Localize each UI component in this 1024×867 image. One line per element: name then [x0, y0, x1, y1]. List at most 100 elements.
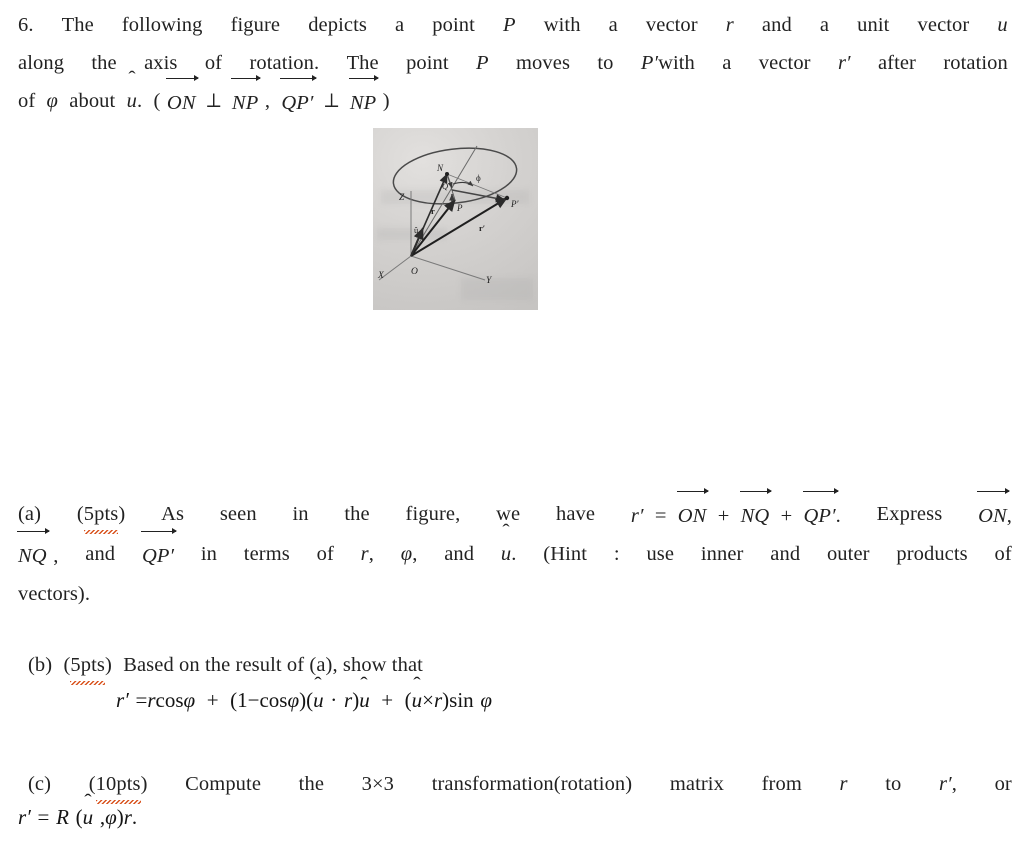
cross-product-operator: ×	[422, 688, 434, 712]
word: a	[722, 52, 732, 74]
math-unit-vector-u-hat: u	[127, 82, 137, 122]
word: matrix	[669, 773, 724, 795]
part-a-points: (5pts)	[77, 495, 125, 535]
word: The	[61, 14, 94, 36]
word: have	[555, 503, 596, 525]
points-value: 5pts	[83, 495, 119, 534]
word: use	[646, 543, 675, 565]
word: transformation(rotation)	[431, 773, 633, 795]
perp-symbol: ⟂	[206, 90, 221, 112]
problem-line-3: of φ about u. ( ON ⟂ NP , QP′ ⟂ NP )	[18, 74, 1008, 122]
word: a	[819, 14, 830, 36]
math-var-r: r	[839, 773, 848, 795]
math-var-r-prime: r′	[837, 52, 851, 74]
word: outer	[826, 543, 870, 565]
word: inner	[700, 543, 744, 565]
part-a-line-3: vectors).	[18, 575, 1012, 613]
part-b-block: (b) (5pts) Based on the result of (a), s…	[28, 646, 1012, 685]
figure-label-P: P	[456, 203, 463, 213]
word: a	[608, 14, 618, 36]
figure-label-Q: Q	[442, 181, 448, 191]
word: products	[896, 543, 968, 565]
equation-inline-a: r′ = ON + NQ + QP′.	[631, 487, 841, 535]
part-b-line-1: (b) (5pts) Based on the result of (a), s…	[28, 646, 1012, 685]
point-N-dot	[445, 172, 449, 176]
math-var-P: P	[503, 14, 516, 36]
word: axis	[144, 52, 178, 74]
problem-line-2: along the axis of rotation. The point P …	[18, 44, 1008, 82]
part-a-block: (a) (5pts) As seen in the figure, we hav…	[17, 487, 1012, 613]
figure-label-Y: Y	[486, 276, 493, 286]
word: rotation	[943, 52, 1008, 74]
word: unit	[857, 14, 890, 36]
word: vector	[645, 14, 698, 36]
word: figure	[230, 14, 281, 36]
figure-label-Z: Z	[399, 193, 405, 203]
figure-vector-drawing: N Q P P′ ϕ r r′ û O X Y Z	[377, 145, 519, 286]
word: after	[877, 52, 916, 74]
math-var-r: r,	[360, 543, 374, 565]
part-c-points: (10pts)	[89, 765, 148, 804]
vector-QP-prime: QP′	[802, 487, 839, 535]
word: in	[292, 503, 309, 525]
part-a-line-1: (a) (5pts) As seen in the figure, we hav…	[18, 487, 1012, 535]
vector-NQ-lead: NQ,	[17, 527, 58, 575]
word: point	[406, 52, 449, 74]
word: along	[18, 52, 65, 74]
word: moves	[516, 52, 571, 74]
word-and: and	[85, 543, 116, 565]
points-value: 10pts	[95, 765, 141, 804]
part-b-text: Based on the result of (a), show that	[123, 654, 423, 676]
word: of	[994, 543, 1012, 565]
vector-QP-prime: QP′	[280, 74, 317, 122]
word: vector	[758, 52, 811, 74]
word: figure,	[405, 503, 461, 525]
math-unit-vector-u-hat: u	[997, 6, 1007, 44]
math-var-r-prime: r′,	[939, 773, 957, 795]
vector-QP-prime: QP′	[140, 527, 178, 575]
word-of: of	[18, 90, 36, 112]
word: depicts	[308, 14, 367, 36]
part-b-points: (5pts)	[63, 646, 112, 685]
word: or	[994, 773, 1012, 795]
word: of	[316, 543, 334, 565]
word: with	[543, 14, 581, 36]
document-page: 6. The following figure depicts a point …	[0, 0, 1024, 867]
point-P-prime-dot	[504, 195, 510, 201]
word: the	[91, 52, 117, 74]
word: a	[395, 14, 405, 36]
u-hat: u	[313, 688, 324, 713]
matrix-dimension: 3×3	[361, 773, 395, 795]
u-hat: u	[359, 688, 370, 713]
vector-NQ: NQ	[739, 487, 773, 535]
part-c-equation: r′=R(u,φ)r.	[18, 805, 137, 830]
word-about: about	[69, 90, 116, 112]
word: vectors).	[18, 583, 91, 605]
word-and: and	[444, 543, 475, 565]
figure-label-N: N	[436, 163, 444, 173]
math-var-P: P	[476, 52, 489, 74]
word: to	[885, 773, 902, 795]
axis-Y	[410, 255, 486, 281]
open-paren: (	[153, 90, 161, 112]
word: seen	[219, 503, 257, 525]
word: the	[344, 503, 370, 525]
figure-label-u-hat: û	[414, 225, 419, 235]
part-c-block: (c) (10pts) Compute the 3×3 transformati…	[28, 765, 1012, 804]
perp-symbol: ⟂	[324, 90, 339, 112]
word: point	[432, 14, 475, 36]
word: terms	[243, 543, 290, 565]
problem-number: 6.	[18, 14, 34, 36]
figure-label-X: X	[377, 271, 385, 281]
hint-colon: :	[613, 543, 620, 565]
figure-label-phi: ϕ	[476, 173, 481, 183]
word: in	[200, 543, 217, 565]
word: and	[761, 14, 792, 36]
word: and	[770, 543, 801, 565]
vector-NP: NP	[230, 74, 262, 122]
dot-product-operator: ·	[330, 688, 338, 712]
part-a-line-2: NQ, and QP′ in terms of r, φ, and u. (Hi…	[17, 527, 1012, 575]
hint-open: (Hint	[543, 543, 588, 565]
vector-ON-trailing: ON,	[977, 487, 1012, 535]
figure-label-r: r	[431, 206, 435, 216]
